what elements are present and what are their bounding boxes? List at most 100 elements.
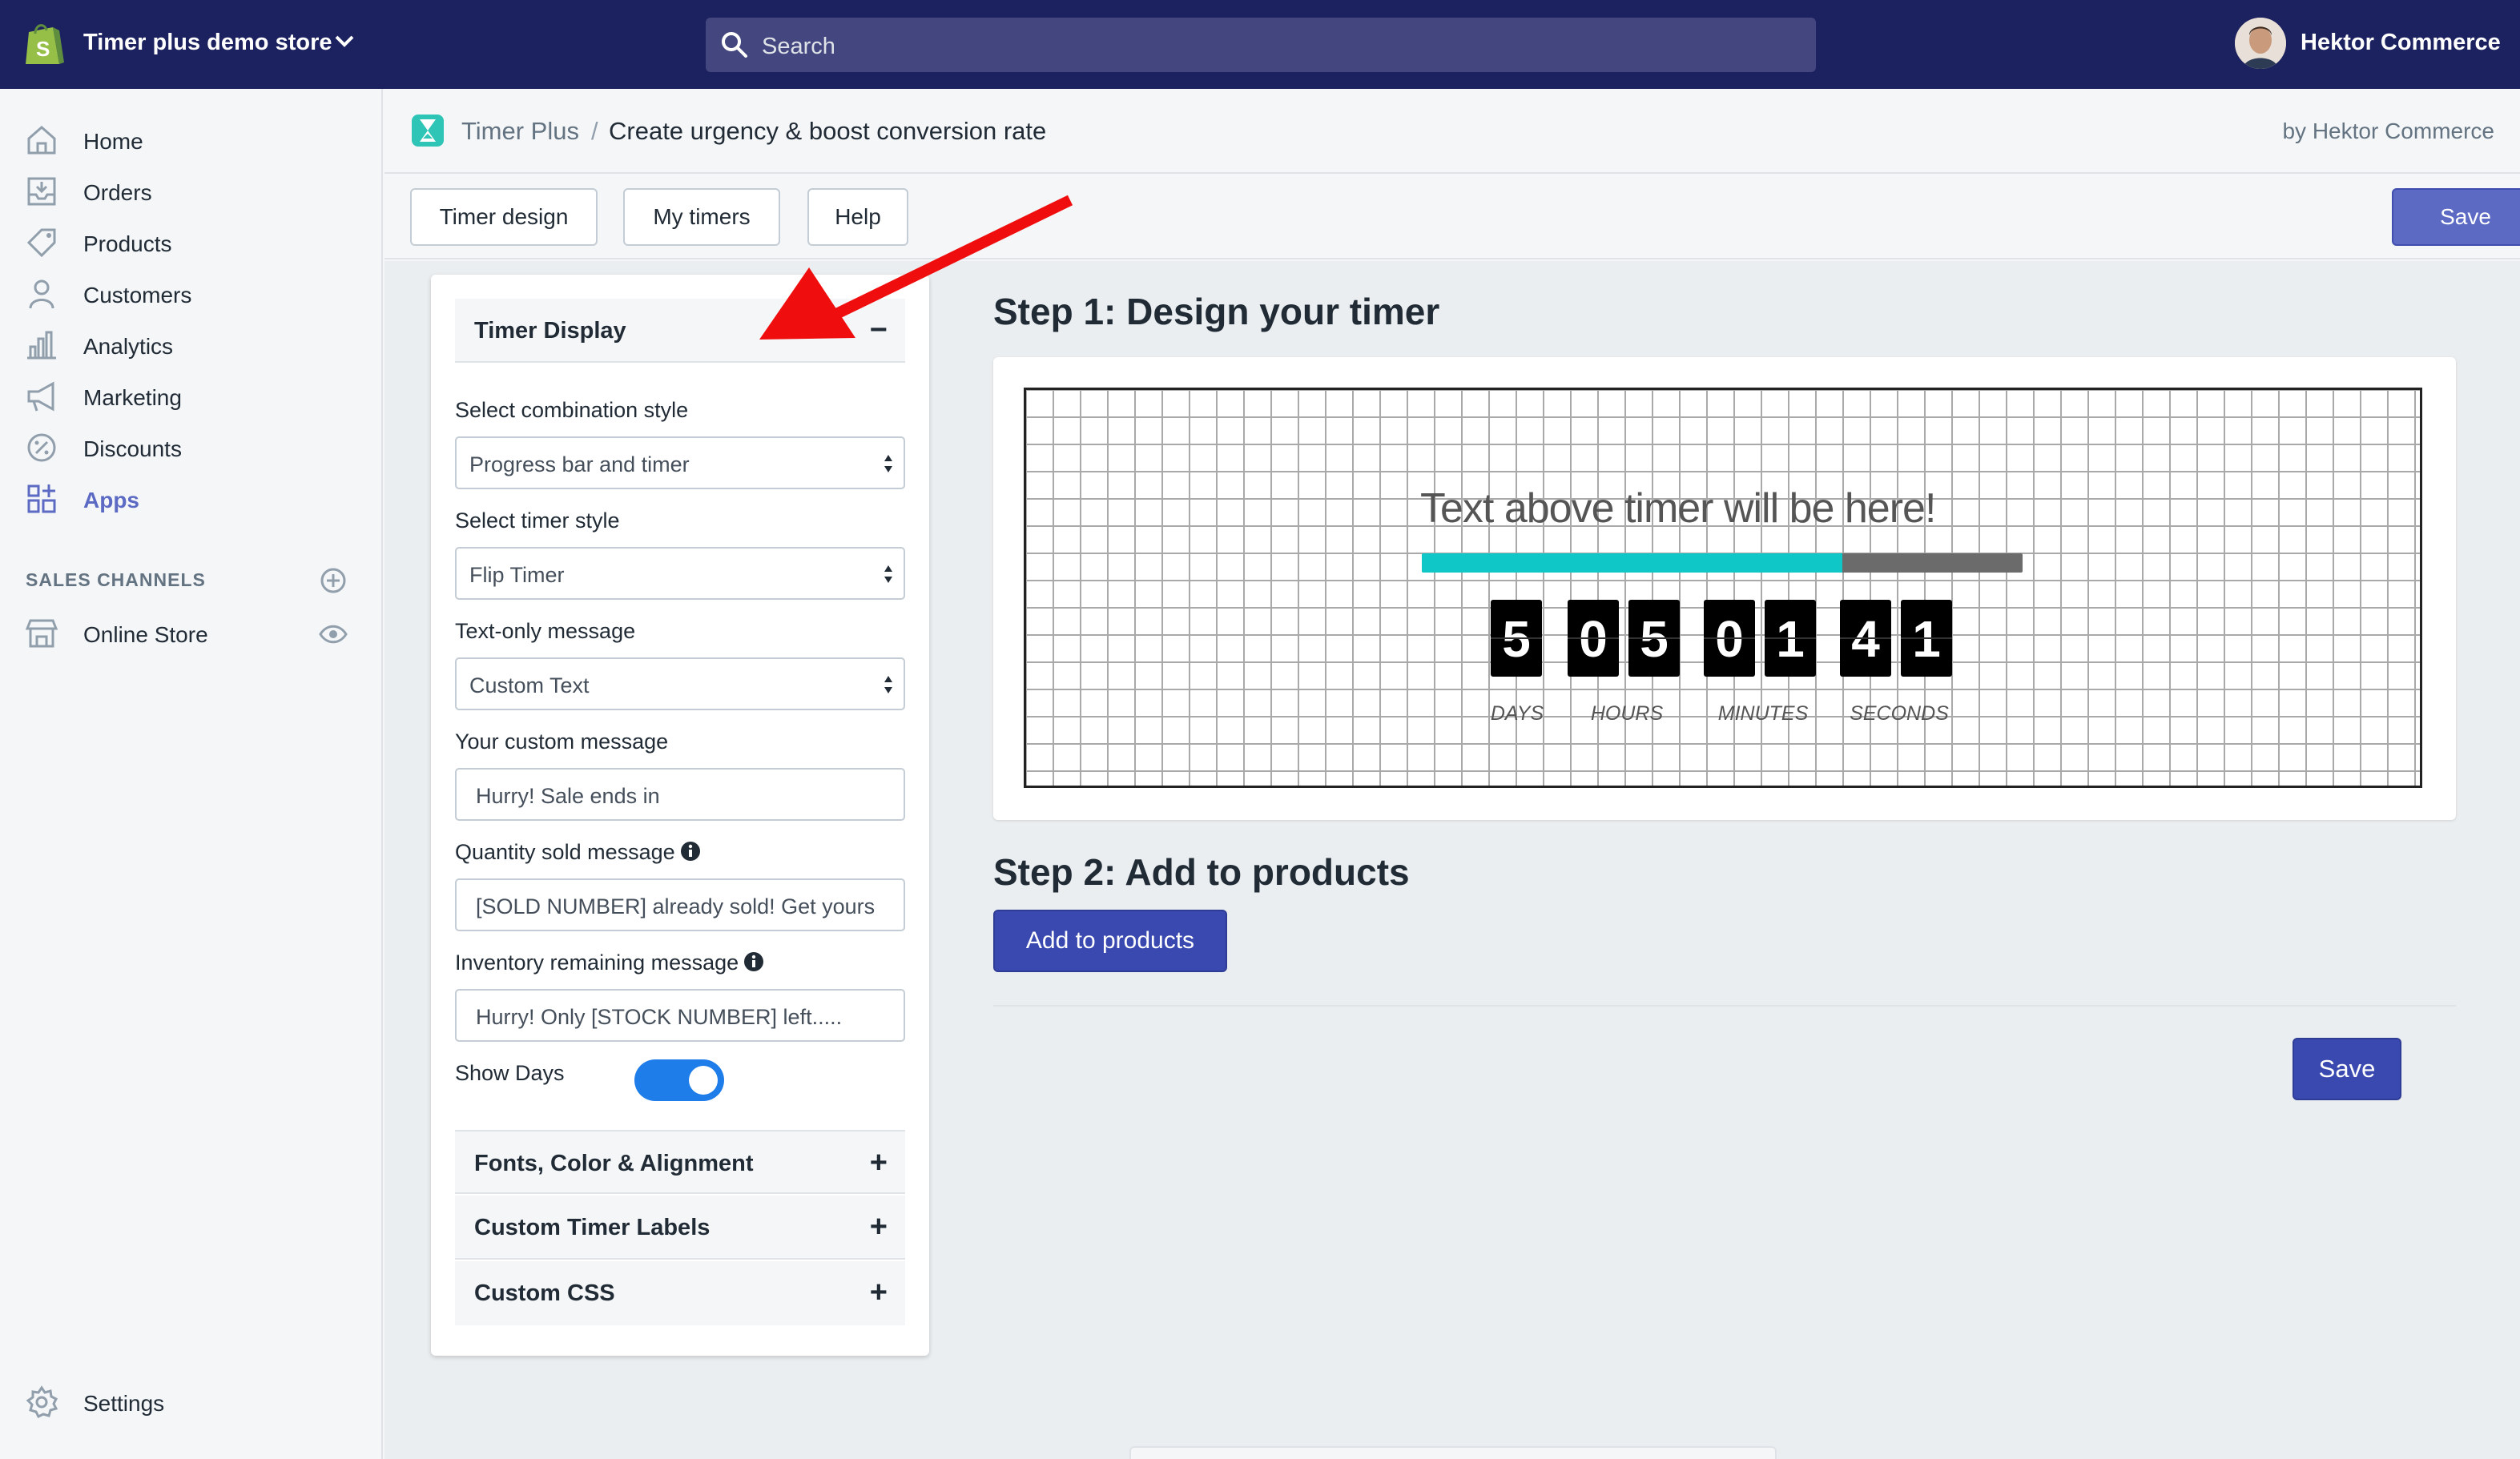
accordion-title: Fonts, Color & Alignment <box>474 1151 754 1176</box>
customers-icon <box>29 279 54 309</box>
store-name[interactable]: Timer plus demo store <box>83 30 332 56</box>
apps-icon <box>27 484 56 513</box>
breadcrumb-separator: / <box>591 117 598 145</box>
inventory-input[interactable]: Hurry! Only [STOCK NUMBER] left..... <box>455 989 905 1042</box>
user-name[interactable]: Hektor Commerce <box>2301 30 2501 56</box>
sidebar-item-settings[interactable]: Settings <box>0 1378 383 1426</box>
combination-style-label: Select combination style <box>455 398 689 422</box>
text-only-select[interactable]: Custom Text <box>455 657 905 710</box>
sidebar-item-label: Settings <box>83 1391 165 1416</box>
qty-sold-input[interactable]: [SOLD NUMBER] already sold! Get yours <box>455 878 905 931</box>
sidebar-item-home[interactable]: Home <box>0 116 383 164</box>
expand-icon[interactable]: + <box>870 1212 888 1242</box>
timer-style-label: Select timer style <box>455 508 620 533</box>
online-store-icon <box>25 619 58 648</box>
analytics-icon <box>27 331 56 360</box>
unit-label-seconds: SECONDS <box>1850 702 1949 725</box>
search-placeholder[interactable]: Search <box>762 34 835 60</box>
sales-channels-heading: SALES CHANNELS <box>26 569 206 590</box>
sidebar-item-label: Apps <box>83 488 139 512</box>
timer-digit: 1 <box>1901 600 1952 677</box>
select-arrows-icon <box>884 676 892 693</box>
top-bar: S Timer plus demo store Search Hektor Co… <box>0 0 2520 89</box>
sidebar-item-label: Online Store <box>83 622 208 647</box>
accordion-title: Custom CSS <box>474 1280 615 1306</box>
sidebar-item-analytics[interactable]: Analytics <box>0 321 383 369</box>
page-title: Create urgency & boost conversion rate <box>609 117 1047 145</box>
select-value: Progress bar and timer <box>469 452 690 476</box>
combination-style-select[interactable]: Progress bar and timer <box>455 436 905 489</box>
inventory-label-text: Inventory remaining message <box>455 951 739 975</box>
unit-label-days: DAYS <box>1490 702 1544 725</box>
add-to-products-button[interactable]: Add to products <box>993 910 1227 972</box>
breadcrumb-app-name[interactable]: Timer Plus <box>461 117 579 146</box>
toggle-knob <box>689 1066 718 1095</box>
save-button-bottom[interactable]: Save <box>2293 1038 2401 1100</box>
sidebar: Home Orders Products Customers Analytics… <box>0 89 383 1459</box>
custom-message-input[interactable]: Hurry! Sale ends in <box>455 768 905 821</box>
info-icon[interactable] <box>680 841 701 862</box>
sidebar-item-apps[interactable]: Apps <box>0 475 383 523</box>
developer-byline[interactable]: by Hektor Commerce <box>2282 119 2494 144</box>
marketing-megaphone-icon <box>27 381 54 412</box>
timer-preview-canvas: Text above timer will be here! 5 0 5 0 1… <box>1024 388 2422 788</box>
timer-preview-heading: Text above timer will be here! <box>1420 485 1936 532</box>
shopify-bag-icon[interactable]: S <box>22 21 66 67</box>
avatar-face-icon <box>2235 18 2286 69</box>
app-header: Timer Plus / Create urgency & boost conv… <box>384 89 2520 174</box>
accordion-title: Timer Display <box>474 318 626 344</box>
products-tag-icon <box>26 228 56 258</box>
accordion-title: Custom Timer Labels <box>474 1215 711 1240</box>
timer-digit: 0 <box>1704 600 1755 677</box>
sidebar-item-label: Orders <box>83 180 152 205</box>
show-days-toggle[interactable] <box>634 1059 724 1101</box>
orders-icon <box>27 177 56 206</box>
qty-sold-label: Quantity sold message <box>455 840 701 865</box>
unit-label-hours: HOURS <box>1590 702 1664 725</box>
timer-preview-card: Text above timer will be here! 5 0 5 0 1… <box>993 357 2456 820</box>
input-value: [SOLD NUMBER] already sold! Get yours <box>476 894 876 918</box>
sidebar-item-orders[interactable]: Orders <box>0 167 383 215</box>
sidebar-item-label: Marketing <box>83 385 182 410</box>
info-icon[interactable] <box>743 951 764 972</box>
sidebar-item-marketing[interactable]: Marketing <box>0 372 383 420</box>
timer-digit: 5 <box>1628 600 1680 677</box>
sidebar-item-label: Products <box>83 231 172 256</box>
chevron-down-icon[interactable] <box>333 34 356 50</box>
expand-icon[interactable]: + <box>870 1148 888 1178</box>
timer-style-select[interactable]: Flip Timer <box>455 547 905 600</box>
sidebar-item-label: Home <box>83 129 143 154</box>
unit-label-minutes: MINUTES <box>1717 702 1809 725</box>
timer-digit: 1 <box>1765 600 1816 677</box>
eye-icon[interactable] <box>319 622 348 646</box>
sidebar-item-label: Analytics <box>83 334 174 359</box>
show-days-label: Show Days <box>455 1061 565 1085</box>
sidebar-item-discounts[interactable]: Discounts <box>0 424 383 472</box>
accordion-timer-labels[interactable]: Custom Timer Labels + <box>455 1196 905 1260</box>
timer-digit: 4 <box>1840 600 1891 677</box>
timer-digit: 0 <box>1568 600 1619 677</box>
divider <box>993 1005 2456 1007</box>
progress-bar <box>1422 553 2023 573</box>
sidebar-item-products[interactable]: Products <box>0 219 383 267</box>
save-button[interactable]: Save <box>2392 188 2520 246</box>
accordion-fonts-color[interactable]: Fonts, Color & Alignment + <box>455 1130 905 1194</box>
timer-settings-panel: Timer Display − Select combination style… <box>431 275 929 1356</box>
select-value: Custom Text <box>469 673 590 697</box>
avatar[interactable] <box>2235 18 2286 69</box>
home-icon <box>27 126 56 155</box>
annotation-arrow-icon <box>759 195 1073 340</box>
accordion-custom-css[interactable]: Custom CSS + <box>455 1261 905 1325</box>
hourglass-icon <box>412 115 444 147</box>
qty-sold-label-text: Quantity sold message <box>455 840 675 864</box>
add-channel-icon[interactable] <box>319 566 348 595</box>
sidebar-item-customers[interactable]: Customers <box>0 270 383 318</box>
footer-help-box <box>1129 1446 1777 1459</box>
svg-text:S: S <box>36 37 50 61</box>
toolbar: Timer design My timers Help Save <box>384 175 2520 259</box>
input-value: Hurry! Only [STOCK NUMBER] left..... <box>476 1005 843 1029</box>
tab-timer-design[interactable]: Timer design <box>410 188 598 246</box>
text-only-label: Text-only message <box>455 619 636 643</box>
expand-icon[interactable]: + <box>870 1277 888 1308</box>
search-bar[interactable]: Search <box>706 18 1816 72</box>
